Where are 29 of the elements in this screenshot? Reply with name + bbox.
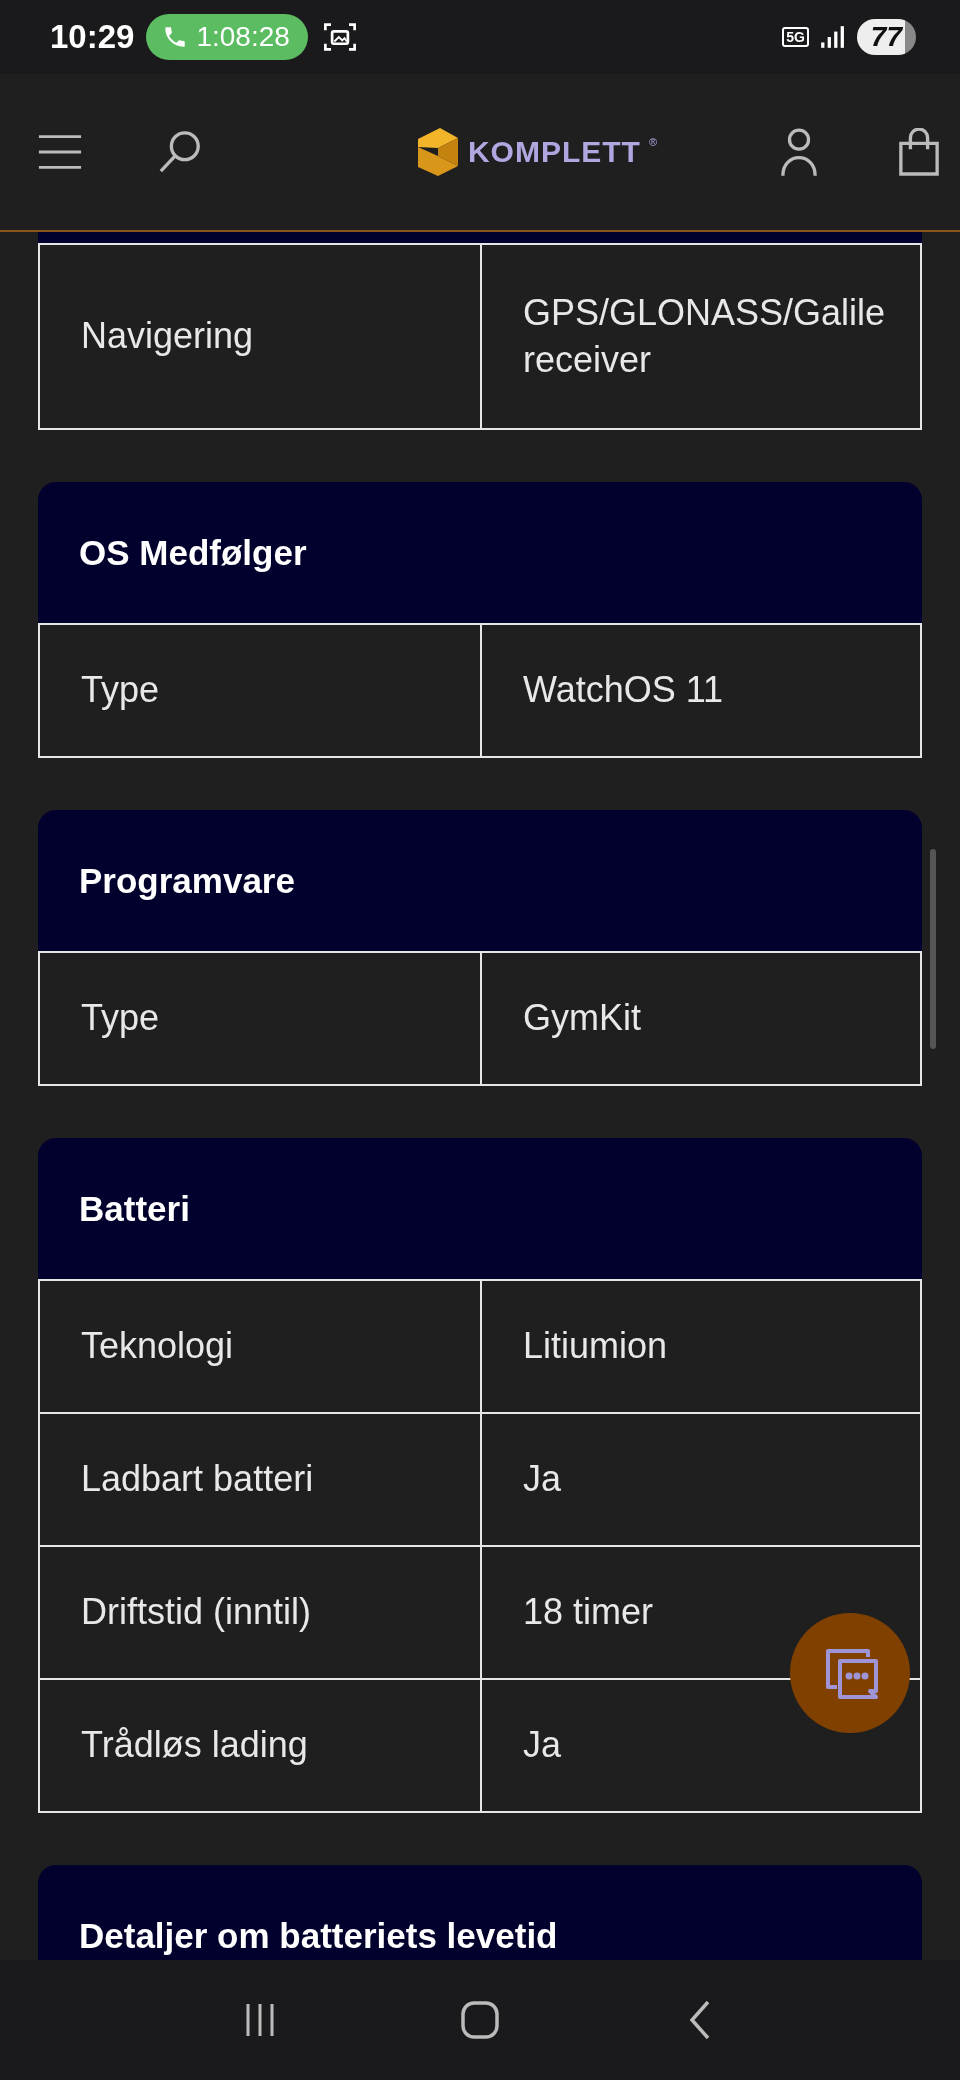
spec-value: GymKit <box>523 996 641 1041</box>
spec-value: 18 timer <box>523 1590 654 1635</box>
home-icon[interactable] <box>460 2000 500 2040</box>
spec-label: Navigering <box>40 245 482 428</box>
spec-value: GPS/GLONASS/Galile receiver <box>523 290 886 382</box>
network-type: 5G <box>782 27 809 47</box>
section-title: Programvare <box>79 860 295 901</box>
search-icon[interactable] <box>157 129 203 175</box>
signal-icon <box>818 24 845 50</box>
shopping-bag-icon[interactable] <box>898 128 940 176</box>
logo-icon <box>415 126 460 178</box>
section-title: OS Medfølger <box>79 532 307 573</box>
spec-label: Type <box>40 625 482 756</box>
section-title: Detaljer om batteriets levetid <box>79 1915 558 1956</box>
clock-time: 10:29 <box>50 18 135 56</box>
spec-label: Trådløs lading <box>40 1680 482 1811</box>
account-icon[interactable] <box>780 127 818 177</box>
spec-label: Driftstid (inntil) <box>40 1547 482 1678</box>
battery-level: 77 <box>856 19 916 55</box>
spec-label: Type <box>40 953 482 1084</box>
spec-value: WatchOS 11 <box>523 668 724 713</box>
scrollbar[interactable] <box>930 849 936 1049</box>
section-title: Batteri <box>79 1188 190 1229</box>
spec-value: Ja <box>523 1723 562 1768</box>
spec-value: Litiumion <box>523 1324 668 1369</box>
spec-label: Teknologi <box>40 1281 482 1412</box>
logo[interactable]: KOMPLETT ® <box>415 126 658 178</box>
spec-label: Ladbart batteri <box>40 1414 482 1545</box>
spec-value: Ja <box>523 1457 562 1502</box>
